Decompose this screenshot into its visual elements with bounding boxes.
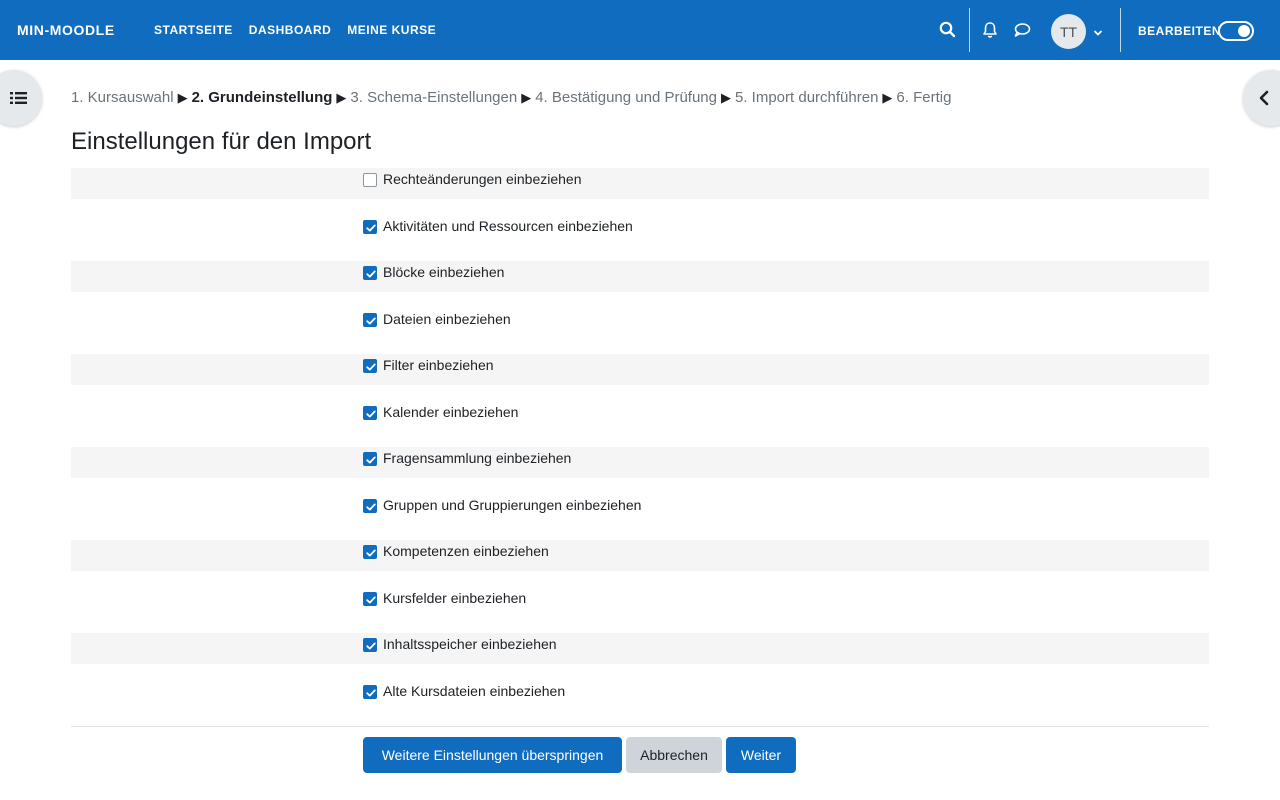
setting-label[interactable]: Alte Kursdateien einbeziehen bbox=[383, 683, 565, 699]
import-settings-list: Rechteänderungen einbeziehen Aktivitäten … bbox=[71, 168, 1209, 726]
step-2-current: 2. Grundeinstellung bbox=[191, 89, 333, 106]
setting-row: Gruppen und Gruppierungen einbeziehen bbox=[71, 494, 1209, 541]
import-steps-breadcrumb: 1. Kursauswahl ▶ 2. Grundeinstellung ▶ 3. Sc… bbox=[71, 89, 951, 106]
messages-icon[interactable] bbox=[1012, 20, 1032, 40]
setting-label[interactable]: Filter einbeziehen bbox=[383, 357, 494, 373]
setting-label[interactable]: Inhaltsspeicher einbeziehen bbox=[383, 636, 557, 652]
setting-row: Rechteänderungen einbeziehen bbox=[71, 168, 1209, 215]
step-separator: ▶ bbox=[177, 90, 188, 105]
setting-checkbox[interactable] bbox=[363, 266, 377, 280]
setting-checkbox[interactable] bbox=[363, 312, 377, 327]
cancel-button[interactable]: Abbrechen bbox=[626, 737, 722, 773]
setting-label[interactable]: Gruppen und Gruppierungen einbeziehen bbox=[383, 497, 641, 513]
course-index-drawer-toggle[interactable] bbox=[0, 70, 42, 126]
setting-checkbox[interactable] bbox=[363, 591, 377, 606]
row-background bbox=[71, 261, 1209, 292]
setting-label[interactable]: Aktivitäten und Ressourcen einbeziehen bbox=[383, 218, 633, 234]
row-background bbox=[71, 354, 1209, 385]
setting-row: Alte Kursdateien einbeziehen bbox=[71, 680, 1209, 727]
page-title: Einstellungen für den Import bbox=[71, 128, 372, 155]
row-background bbox=[71, 168, 1209, 199]
step-5: 5. Import durchführen bbox=[735, 89, 879, 106]
setting-checkbox[interactable] bbox=[363, 173, 377, 187]
setting-checkbox[interactable] bbox=[363, 452, 377, 466]
step-separator: ▶ bbox=[721, 90, 731, 105]
row-background bbox=[71, 447, 1209, 478]
step-6: 6. Fertig bbox=[896, 89, 952, 106]
row-background bbox=[71, 540, 1209, 571]
step-separator: ▶ bbox=[336, 90, 347, 105]
nav-link-startseite[interactable]: STARTSEITE bbox=[154, 23, 233, 37]
site-brand[interactable]: MIN-MOODLE bbox=[17, 22, 115, 38]
setting-checkbox[interactable] bbox=[363, 638, 377, 652]
setting-label[interactable]: Kursfelder einbeziehen bbox=[383, 590, 526, 606]
row-background bbox=[71, 633, 1209, 664]
list-icon bbox=[10, 92, 27, 104]
skip-settings-button[interactable]: Weitere Einstellungen überspringen bbox=[363, 737, 622, 773]
setting-label[interactable]: Kalender einbeziehen bbox=[383, 404, 518, 420]
step-separator: ▶ bbox=[521, 90, 532, 105]
navbar-divider bbox=[969, 8, 970, 52]
setting-checkbox[interactable] bbox=[363, 219, 377, 234]
edit-mode-label: BEARBEITEN bbox=[1138, 24, 1222, 38]
nav-link-dashboard[interactable]: DASHBOARD bbox=[249, 23, 332, 37]
chevron-left-icon bbox=[1259, 90, 1269, 106]
setting-label[interactable]: Dateien einbeziehen bbox=[383, 311, 511, 327]
top-navbar: MIN-MOODLE STARTSEITE DASHBOARD MEINE KU… bbox=[0, 0, 1280, 60]
setting-row: Kursfelder einbeziehen bbox=[71, 587, 1209, 634]
toggle-knob bbox=[1238, 25, 1250, 37]
setting-row: Filter einbeziehen bbox=[71, 354, 1209, 401]
setting-row: Aktivitäten und Ressourcen einbeziehen bbox=[71, 215, 1209, 262]
setting-row: Fragensammlung einbeziehen bbox=[71, 447, 1209, 494]
setting-label[interactable]: Rechteänderungen einbeziehen bbox=[383, 171, 582, 187]
setting-checkbox[interactable] bbox=[363, 405, 377, 420]
form-divider bbox=[71, 726, 1209, 727]
user-avatar[interactable]: TT bbox=[1051, 14, 1086, 49]
setting-checkbox[interactable] bbox=[363, 498, 377, 513]
notification-bell-icon[interactable] bbox=[980, 20, 1000, 40]
user-menu-chevron-down-icon[interactable] bbox=[1093, 25, 1103, 36]
navbar-divider-2 bbox=[1120, 8, 1121, 52]
search-icon[interactable] bbox=[938, 20, 958, 40]
setting-row: Kalender einbeziehen bbox=[71, 401, 1209, 448]
setting-label[interactable]: Kompetenzen einbeziehen bbox=[383, 543, 549, 559]
block-drawer-toggle[interactable] bbox=[1243, 70, 1280, 126]
step-4: 4. Bestätigung und Prüfung bbox=[535, 89, 717, 106]
edit-mode-toggle[interactable] bbox=[1218, 21, 1254, 41]
setting-row: Inhaltsspeicher einbeziehen bbox=[71, 633, 1209, 680]
primary-navigation: STARTSEITE DASHBOARD MEINE KURSE bbox=[154, 23, 436, 37]
step-separator: ▶ bbox=[882, 90, 893, 105]
setting-checkbox[interactable] bbox=[363, 545, 377, 559]
setting-checkbox[interactable] bbox=[363, 684, 377, 699]
setting-label[interactable]: Fragensammlung einbeziehen bbox=[383, 450, 571, 466]
setting-label[interactable]: Blöcke einbeziehen bbox=[383, 264, 504, 280]
setting-row: Blöcke einbeziehen bbox=[71, 261, 1209, 308]
nav-link-meine-kurse[interactable]: MEINE KURSE bbox=[347, 23, 436, 37]
setting-row: Kompetenzen einbeziehen bbox=[71, 540, 1209, 587]
next-button[interactable]: Weiter bbox=[726, 737, 796, 773]
setting-checkbox[interactable] bbox=[363, 359, 377, 373]
setting-row: Dateien einbeziehen bbox=[71, 308, 1209, 355]
step-1: 1. Kursauswahl bbox=[71, 89, 174, 106]
step-3: 3. Schema-Einstellungen bbox=[350, 89, 518, 106]
